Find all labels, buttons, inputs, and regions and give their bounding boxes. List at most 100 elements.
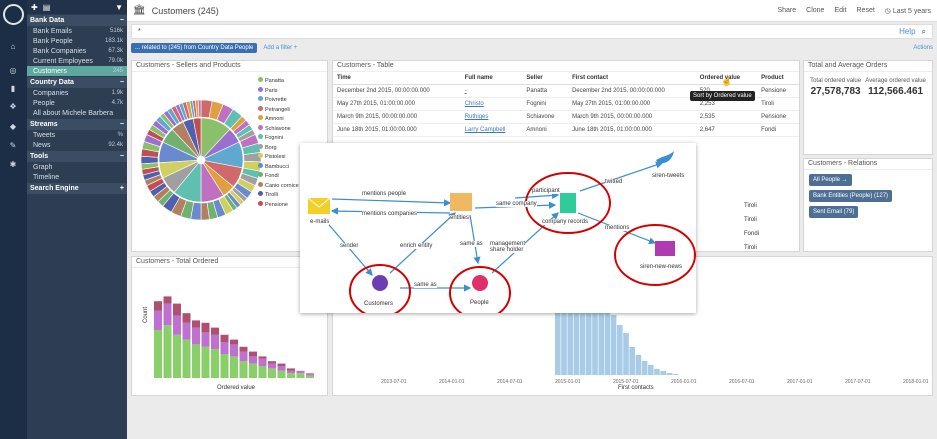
histogram-bar[interactable] bbox=[287, 370, 295, 374]
legend-item[interactable]: Tirolli bbox=[258, 191, 299, 201]
column-header[interactable]: First contact bbox=[568, 72, 696, 85]
histogram-bar[interactable] bbox=[239, 361, 248, 378]
contacts-bar[interactable] bbox=[579, 307, 586, 375]
histogram-bar[interactable] bbox=[220, 334, 229, 342]
histogram-bar[interactable] bbox=[201, 322, 210, 333]
sidebar-group-4[interactable]: Search Engine + bbox=[27, 183, 127, 194]
sidebar-item[interactable]: Graph bbox=[27, 162, 127, 172]
histogram-bar[interactable] bbox=[277, 363, 286, 366]
histogram-bar[interactable] bbox=[306, 375, 314, 378]
histogram-bar[interactable] bbox=[163, 296, 172, 304]
histogram-bar[interactable] bbox=[239, 351, 248, 362]
sidebar-item[interactable]: Timeline bbox=[27, 172, 127, 182]
contacts-bar[interactable] bbox=[623, 333, 629, 375]
table-row[interactable]: June 18th 2015, 01:00:00.000 Larry Campbe… bbox=[333, 123, 799, 137]
sidebar-item[interactable]: Bank People 183.1k bbox=[27, 36, 127, 46]
histogram-bar[interactable] bbox=[192, 344, 200, 378]
histogram-bar[interactable] bbox=[230, 339, 238, 345]
legend-item[interactable]: Fondi bbox=[258, 172, 299, 182]
histogram-bar[interactable] bbox=[230, 344, 238, 357]
histogram-bar[interactable] bbox=[220, 342, 229, 354]
sent-email-button[interactable]: Sent Email (79) bbox=[809, 206, 859, 218]
legend-item[interactable]: Borg bbox=[258, 143, 299, 154]
dashboard-icon[interactable]: ▤ bbox=[43, 3, 51, 12]
sidebar-group-3[interactable]: Tools − bbox=[27, 151, 127, 162]
histogram-bar[interactable] bbox=[258, 358, 267, 366]
histogram-bar[interactable] bbox=[154, 301, 162, 311]
contacts-bar[interactable] bbox=[672, 374, 679, 375]
sidebar-item[interactable]: Tweets% bbox=[27, 130, 127, 140]
sidebar-group-2[interactable]: Streams − bbox=[27, 119, 127, 130]
wrench-icon[interactable]: ✎ bbox=[7, 141, 19, 150]
reset-button[interactable]: Reset bbox=[857, 7, 875, 15]
legend-item[interactable]: Poivrette bbox=[258, 96, 299, 106]
search-bar[interactable]: * Help ⌕ bbox=[131, 24, 933, 39]
sidebar-item[interactable]: Customers 245 bbox=[27, 66, 127, 76]
contacts-bar[interactable] bbox=[586, 305, 592, 375]
actions-link[interactable]: Actions bbox=[913, 45, 933, 51]
news-node-icon[interactable] bbox=[655, 241, 675, 256]
add-icon[interactable]: ✚ bbox=[31, 3, 38, 12]
add-filter-link[interactable]: Add a filter + bbox=[263, 45, 297, 51]
sidebar-group-0[interactable]: Bank Data − bbox=[27, 15, 127, 26]
legend-item[interactable]: Canio cornice bbox=[258, 181, 299, 192]
histogram-bar[interactable] bbox=[201, 332, 210, 347]
people-node-icon[interactable] bbox=[472, 275, 488, 291]
histogram-bar[interactable] bbox=[230, 356, 238, 378]
histogram-bar[interactable] bbox=[163, 303, 172, 326]
histogram-bar[interactable] bbox=[173, 334, 181, 378]
sidebar-group-1[interactable]: Country Data − bbox=[27, 77, 127, 88]
contacts-bar[interactable] bbox=[617, 325, 623, 375]
chart-icon[interactable]: ▮ bbox=[7, 84, 19, 93]
legend-item[interactable]: Pensione bbox=[258, 200, 299, 211]
contacts-bar[interactable] bbox=[567, 303, 573, 375]
help-link[interactable]: Help bbox=[899, 27, 915, 36]
histogram-bar[interactable] bbox=[211, 327, 219, 335]
table-cell[interactable]: Ruthiges bbox=[460, 110, 523, 124]
legend-item[interactable]: Bambucci bbox=[258, 162, 299, 173]
filter-pill[interactable]: ... related to (245) from Country Data P… bbox=[131, 42, 258, 53]
filter-icon[interactable]: ▼ bbox=[115, 3, 123, 12]
histogram-bar[interactable] bbox=[154, 310, 162, 330]
histogram-bar[interactable] bbox=[268, 368, 276, 378]
histogram-bar[interactable] bbox=[249, 356, 257, 364]
histogram-bar[interactable] bbox=[239, 346, 248, 352]
expand-icon[interactable]: − bbox=[120, 121, 124, 128]
histogram-bar[interactable] bbox=[258, 366, 267, 378]
table-cell[interactable]: Christo bbox=[460, 97, 523, 111]
histogram-bar[interactable] bbox=[173, 303, 181, 316]
bank-entities-button[interactable]: Bank Entities (People) (127) bbox=[809, 190, 893, 202]
histogram-bar[interactable] bbox=[249, 363, 257, 378]
contacts-bar[interactable] bbox=[604, 309, 611, 375]
histogram-bar[interactable] bbox=[163, 325, 172, 378]
contacts-bar[interactable] bbox=[635, 355, 642, 375]
contacts-bar[interactable] bbox=[666, 373, 673, 375]
company-node-icon[interactable] bbox=[560, 193, 576, 213]
histogram-bar[interactable] bbox=[211, 334, 219, 350]
histogram-bar[interactable] bbox=[258, 356, 267, 359]
histogram-bar[interactable] bbox=[154, 330, 162, 378]
legend-item[interactable]: Petrangeli bbox=[258, 105, 299, 116]
sunburst-outer-slice[interactable] bbox=[197, 99, 202, 118]
table-cell[interactable]: Larry Campbell bbox=[460, 123, 523, 137]
column-header[interactable]: Full name bbox=[460, 72, 523, 85]
column-header[interactable]: Time bbox=[333, 72, 461, 85]
clone-button[interactable]: Clone bbox=[806, 7, 824, 15]
histogram-bar[interactable] bbox=[287, 368, 295, 371]
histogram-bar[interactable] bbox=[268, 363, 276, 369]
shield-icon[interactable]: ◆ bbox=[7, 122, 19, 131]
histogram-bar[interactable] bbox=[277, 366, 286, 371]
histogram-bar[interactable] bbox=[287, 373, 295, 378]
sidebar-item[interactable]: Bank Companies 67.3k bbox=[27, 46, 127, 56]
twitter-icon[interactable] bbox=[656, 151, 674, 164]
contacts-bar[interactable] bbox=[629, 347, 635, 375]
contacts-bar[interactable] bbox=[654, 369, 660, 375]
contacts-bar[interactable] bbox=[660, 371, 666, 375]
sidebar-item[interactable]: News 92.4k bbox=[27, 140, 127, 150]
expand-icon[interactable]: − bbox=[120, 79, 124, 86]
sidebar-item[interactable]: People 4.7k bbox=[27, 98, 127, 108]
sidebar-item[interactable]: All about Michele Barbera bbox=[27, 108, 127, 118]
siren-logo[interactable] bbox=[3, 4, 24, 25]
ordered-histogram[interactable] bbox=[132, 268, 327, 395]
legend-item[interactable]: Pistolesi bbox=[258, 153, 299, 163]
